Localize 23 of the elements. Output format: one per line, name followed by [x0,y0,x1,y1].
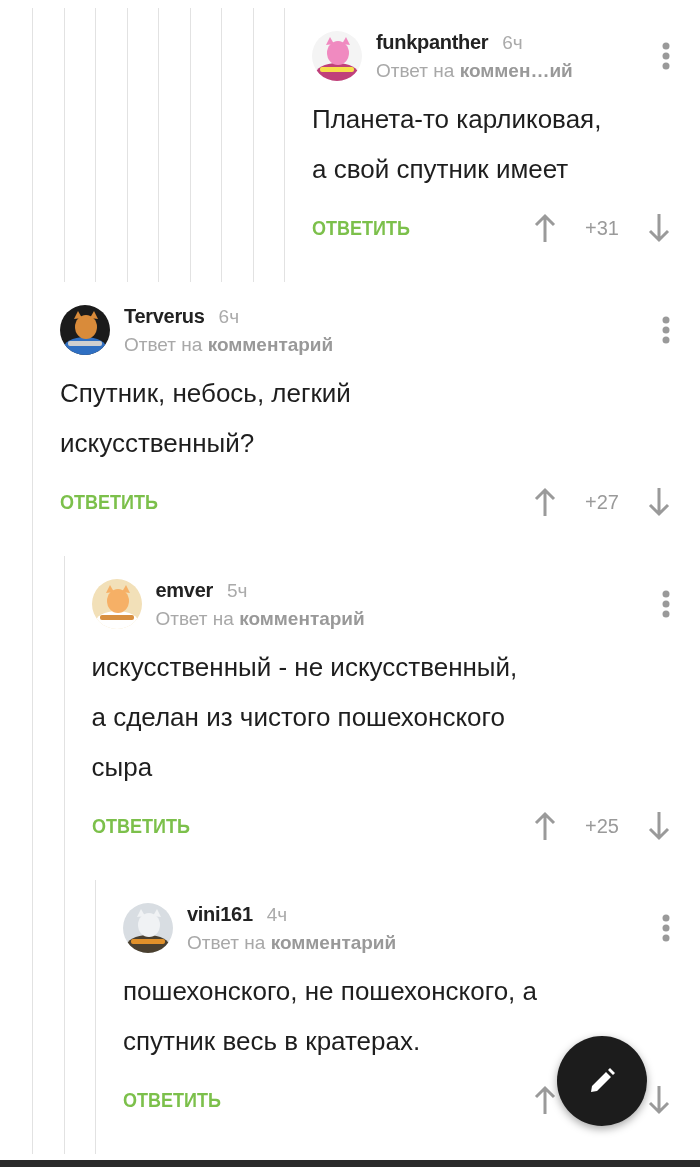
rating: +31 [584,216,620,240]
comment-text: искусственный - не искусственный, а сделан из чистого пошехонского сыра [91,651,519,784]
reply-to-link[interactable]: Ответ на коммен…ий [376,59,648,82]
comment-text: пошехонского, не пошехонского, а спутник весь в кратерах. [123,975,539,1058]
comment-time: 6ч [218,305,240,328]
author-name[interactable]: Terverus [124,304,205,328]
reply-to-link[interactable]: Ответ на комментарий [187,931,648,954]
comment-time: 6ч [502,31,523,54]
comment-time: 5ч [226,579,248,602]
reply-button[interactable]: ОТВЕТИТЬ [123,1088,221,1112]
comment-text: Планета-то карликовая, а свой спутник имеет [312,103,603,186]
comment-time: 4ч [266,903,288,926]
author-name[interactable]: funkpanther [376,30,489,54]
reply-button[interactable]: ОТВЕТИТЬ [91,814,190,838]
author-name[interactable]: vini161 [187,902,253,926]
author-name[interactable]: emver [155,578,213,602]
rating: +27 [584,490,620,514]
reply-to-link[interactable]: Ответ на комментарий [124,333,648,356]
comment-text: Спутник, небось, легкий искусственный? [60,377,352,460]
reply-button[interactable]: ОТВЕТИТЬ [312,216,410,240]
reply-button[interactable]: ОТВЕТИТЬ [60,490,158,514]
reply-to-link[interactable]: Ответ на комментарий [155,607,648,630]
rating: +25 [584,814,620,838]
